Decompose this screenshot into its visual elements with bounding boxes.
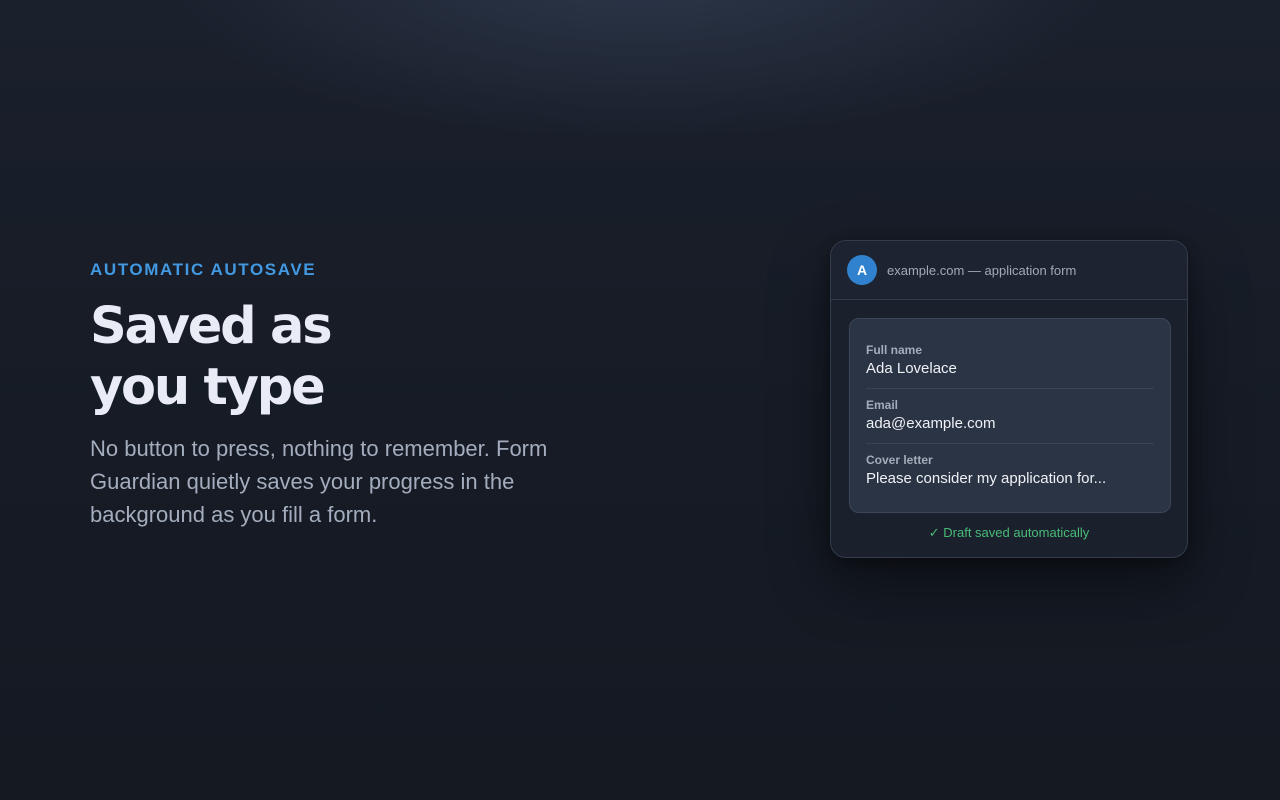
field-label: Email xyxy=(866,398,899,412)
email-input[interactable]: ada@example.com xyxy=(866,414,1154,434)
autosave-status: ✓ Draft saved automatically xyxy=(928,525,1090,540)
full-name-input[interactable]: Ada Lovelace xyxy=(866,359,1154,379)
site-title: example.com — application form xyxy=(887,262,1077,278)
site-avatar: A xyxy=(847,255,877,285)
field-label: Full name xyxy=(866,343,923,357)
card-header: A example.com — application form xyxy=(831,241,1187,300)
hero-section: AUTOMATIC AUTOSAVE Saved as you type No … xyxy=(90,258,610,531)
cover-letter-input[interactable]: Please consider my application for... xyxy=(866,469,1154,489)
headline: Saved as you type xyxy=(90,296,610,418)
eyebrow-label: AUTOMATIC AUTOSAVE xyxy=(90,260,317,279)
hero-description: No button to press, nothing to remember.… xyxy=(90,436,548,527)
headline-line-2: you type xyxy=(90,358,326,417)
field-email[interactable]: Email ada@example.com xyxy=(866,398,1154,444)
headline-line-1: Saved as xyxy=(90,297,333,356)
field-label: Cover letter xyxy=(866,453,933,467)
form-preview-card: A example.com — application form Full na… xyxy=(830,240,1188,558)
field-full-name[interactable]: Full name Ada Lovelace xyxy=(866,343,1154,389)
form-panel: Full name Ada Lovelace Email ada@example… xyxy=(849,318,1171,513)
field-cover-letter[interactable]: Cover letter Please consider my applicat… xyxy=(866,453,1154,498)
